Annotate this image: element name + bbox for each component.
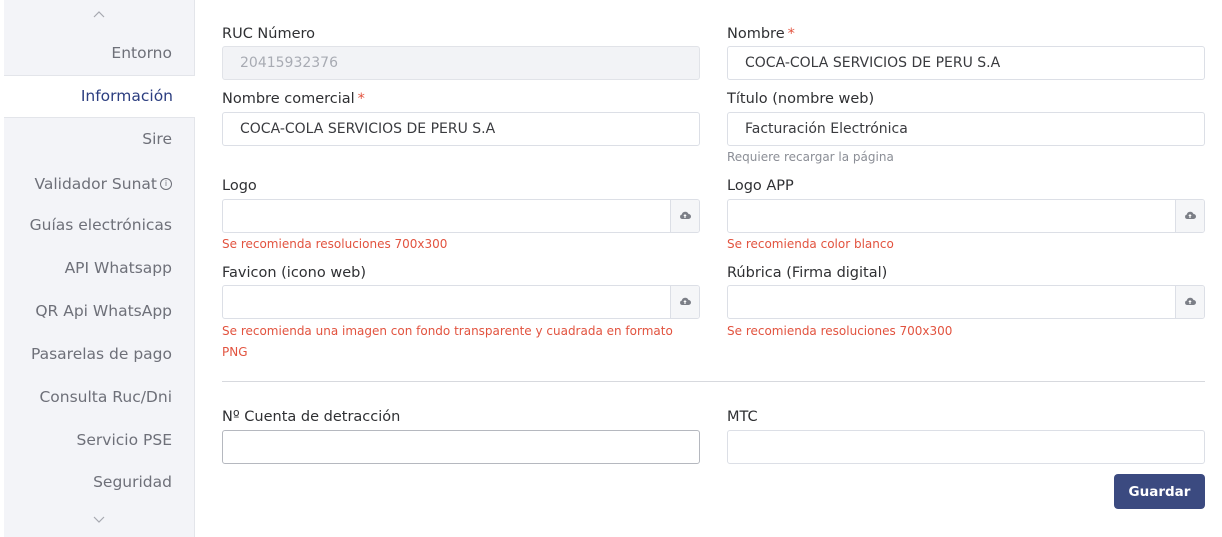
titulo-help-text: Requiere recargar la página: [727, 150, 894, 164]
section-divider: [222, 381, 1205, 382]
rubrica-file-input[interactable]: [727, 285, 1205, 319]
ruc-input[interactable]: 20415932376: [222, 46, 700, 80]
mtc-input[interactable]: [727, 430, 1205, 464]
favicon-label: Favicon (icono web): [222, 265, 366, 281]
nombre-comercial-label: Nombre comercial *: [222, 91, 365, 107]
favicon-file-input[interactable]: [222, 285, 700, 319]
sidebar-item-seguridad[interactable]: Seguridad: [4, 461, 194, 504]
logo-upload-button[interactable]: [670, 200, 699, 232]
logo-hint: Se recomienda resoluciones 700x300: [222, 237, 448, 251]
nombre-comercial-input[interactable]: COCA-COLA SERVICIOS DE PERU S.A: [222, 112, 700, 146]
sidebar-item-guias-electronicas[interactable]: Guías electrónicas: [4, 204, 194, 247]
sidebar-item-api-whatsapp[interactable]: API Whatsapp: [4, 247, 194, 290]
sidebar-item-qr-api-whatsapp[interactable]: QR Api WhatsApp: [4, 290, 194, 333]
sidebar-item-informacion[interactable]: Información: [4, 75, 195, 118]
chevron-up-icon[interactable]: [4, 8, 194, 22]
favicon-hint: Se recomienda una imagen con fondo trans…: [222, 324, 673, 359]
chevron-down-icon[interactable]: [4, 514, 194, 528]
rubrica-upload-button[interactable]: [1175, 286, 1204, 318]
required-asterisk: *: [787, 26, 795, 42]
logo-file-input[interactable]: [222, 199, 700, 233]
sidebar-item-consulta-ruc-dni[interactable]: Consulta Ruc/Dni: [4, 376, 194, 419]
sidebar-item-sire[interactable]: Sire: [4, 118, 194, 161]
rubrica-hint: Se recomienda resoluciones 700x300: [727, 324, 953, 338]
required-asterisk: *: [357, 91, 365, 107]
cloud-upload-icon: [679, 286, 691, 318]
logo-label: Logo: [222, 178, 257, 194]
cloud-upload-icon: [1184, 200, 1196, 232]
nombre-input[interactable]: COCA-COLA SERVICIOS DE PERU S.A: [727, 46, 1205, 80]
logo-app-file-input[interactable]: [727, 199, 1205, 233]
cuenta-detraccion-input[interactable]: [222, 430, 700, 464]
favicon-upload-button[interactable]: [670, 286, 699, 318]
titulo-input[interactable]: Facturación Electrónica: [727, 112, 1205, 146]
logo-app-label: Logo APP: [727, 178, 794, 194]
sidebar-item-pasarelas-de-pago[interactable]: Pasarelas de pago: [4, 333, 194, 376]
cuenta-detraccion-label: Nº Cuenta de detracción: [222, 409, 401, 425]
sidebar-item-entorno[interactable]: Entorno: [4, 32, 194, 75]
ruc-label: RUC Número: [222, 26, 316, 42]
sidebar-item-validador-sunat[interactable]: Validador Sunat i: [4, 163, 194, 206]
logo-app-hint: Se recomienda color blanco: [727, 237, 894, 251]
nombre-label: Nombre *: [727, 26, 795, 42]
info-icon: i: [160, 178, 172, 190]
mtc-label: MTC: [727, 409, 758, 425]
logo-app-upload-button[interactable]: [1175, 200, 1204, 232]
cloud-upload-icon: [679, 200, 691, 232]
rubrica-label: Rúbrica (Firma digital): [727, 265, 888, 281]
cloud-upload-icon: [1184, 286, 1196, 318]
settings-sidebar: Entorno Información Sire Validador Sunat…: [4, 0, 195, 537]
save-button[interactable]: Guardar: [1114, 474, 1205, 509]
titulo-label: Título (nombre web): [727, 91, 875, 107]
sidebar-item-label: Validador Sunat: [34, 175, 157, 193]
sidebar-item-servicio-pse[interactable]: Servicio PSE: [4, 419, 194, 462]
